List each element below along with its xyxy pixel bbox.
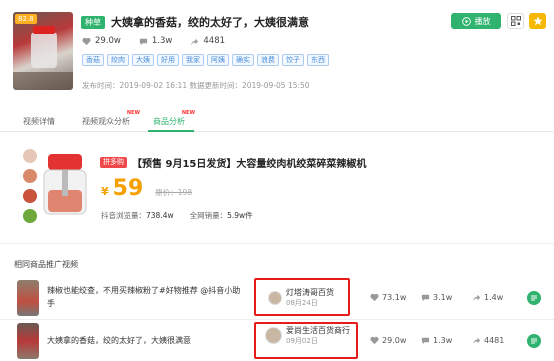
tab-bar: 视频详情 视频观众分析 NEW 商品分析 NEW — [0, 106, 554, 132]
original-price-value: 198 — [177, 188, 193, 197]
keyword-tag[interactable]: 阿姨 — [207, 54, 229, 66]
meat-grinder-image — [43, 154, 87, 215]
favorite-button[interactable] — [529, 13, 546, 29]
comments-stat: 1.3w — [421, 336, 452, 345]
tab-label: 视频详情 — [23, 117, 55, 126]
share-icon — [191, 38, 199, 45]
keyword-tag[interactable]: 大姨 — [132, 54, 154, 66]
new-badge: NEW — [126, 110, 140, 116]
comments-count: 1.3w — [151, 36, 173, 46]
keyword-tag[interactable]: 确实 — [232, 54, 254, 66]
video-row-thumbnail[interactable] — [17, 280, 39, 316]
divider — [0, 243, 554, 244]
likes-count: 29.0w — [95, 36, 121, 46]
likes-stat: 29.0w — [82, 36, 121, 46]
platform-badge: 拼多购 — [100, 157, 127, 168]
comment-icon — [139, 38, 147, 45]
views-label: 抖音浏览量： — [101, 211, 146, 220]
detail-button[interactable] — [527, 334, 541, 348]
product-image[interactable] — [36, 150, 92, 228]
shares-stat: 4481 — [472, 336, 504, 345]
publish-time: 2019-09-02 16:11 — [119, 81, 188, 90]
list-icon — [531, 295, 537, 301]
heart-icon — [370, 336, 379, 345]
video-row-title[interactable]: 大姨拿的香菇，绞的太好了，大姨很满意 — [47, 334, 247, 347]
comments-stat: 1.3w — [139, 36, 172, 46]
qrcode-icon — [510, 16, 521, 26]
tab-product-analysis[interactable]: 商品分析 NEW — [153, 110, 195, 127]
total-sales: 全网销量：5.9w件 — [190, 210, 253, 221]
comments-count: 3.1w — [433, 293, 453, 302]
video-row-title[interactable]: 辣椒也能绞查，不用买辣椒粉了#好物推荐 @抖音小助手 — [47, 284, 247, 310]
active-tab-underline — [148, 130, 194, 132]
play-button[interactable]: 播放 — [451, 13, 501, 29]
keyword-tag[interactable]: 绞肉 — [107, 54, 129, 66]
keyword-tag[interactable]: 我家 — [182, 54, 204, 66]
comment-icon — [421, 294, 430, 302]
keyword-tag[interactable]: 东西 — [307, 54, 329, 66]
post-date: 08月24日 — [286, 299, 318, 307]
comments-count: 1.3w — [433, 336, 453, 345]
video-row[interactable]: 大姨拿的香菇，绞的太好了，大姨很满意 爱尚生活百货商行 09月02日 29.0w… — [0, 320, 554, 361]
avatar — [265, 327, 282, 344]
comment-icon — [421, 337, 430, 345]
currency-symbol: ¥ — [101, 185, 109, 198]
keyword-list: 香菇 绞肉 大姨 好用 我家 阿姨 确实 浪费 饺子 东西 — [82, 54, 329, 66]
video-row[interactable]: 辣椒也能绞查，不用买辣椒粉了#好物推荐 @抖音小助手 灯塔涛哥百货 08月24日… — [0, 276, 554, 320]
product-title[interactable]: 【预售 9月15日发货】大容量绞肉机绞菜碎菜辣椒机 — [132, 155, 366, 170]
sales-value: 5.9w件 — [227, 211, 253, 220]
list-icon — [531, 338, 537, 344]
score-badge: 82.8 — [15, 14, 37, 24]
play-icon — [461, 16, 471, 26]
keyword-tag[interactable]: 浪费 — [257, 54, 279, 66]
shares-stat: 1.4w — [472, 293, 503, 302]
detail-button[interactable] — [527, 291, 541, 305]
video-title[interactable]: 大姨拿的香菇，绞的太好了，大姨很满意 — [111, 14, 309, 30]
likes-stat: 73.1w — [370, 293, 406, 302]
shares-count: 4481 — [484, 336, 505, 345]
product-price: 59 — [112, 176, 144, 201]
sales-label: 全网销量： — [189, 211, 228, 220]
original-price: 原价：198 — [155, 187, 192, 198]
author-info[interactable]: 灯塔涛哥百货 08月24日 — [268, 287, 334, 308]
shares-count: 4481 — [203, 36, 226, 46]
original-price-label: 原价： — [155, 188, 178, 197]
likes-count: 29.0w — [382, 336, 407, 345]
new-badge: NEW — [181, 110, 195, 116]
play-label: 播放 — [474, 16, 491, 26]
share-icon — [472, 294, 481, 302]
video-thumbnail[interactable]: 82.8 — [13, 12, 73, 90]
keyword-tag[interactable]: 好用 — [157, 54, 179, 66]
share-icon — [472, 337, 481, 345]
author-name: 爱尚生活百货商行 — [286, 326, 350, 335]
update-label: 数据更新时间： — [189, 81, 242, 90]
comments-stat: 3.1w — [421, 293, 452, 302]
keyword-tag[interactable]: 香菇 — [82, 54, 104, 66]
tab-audience-analysis[interactable]: 视频观众分析 NEW — [82, 110, 140, 127]
video-row-thumbnail[interactable] — [17, 323, 39, 359]
publish-info: 发布时间：2019-09-02 16:11 数据更新时间：2019-09-05 … — [82, 80, 310, 91]
category-tag: 种草 — [81, 15, 105, 29]
author-name: 灯塔涛哥百货 — [286, 288, 334, 297]
keyword-tag[interactable]: 饺子 — [282, 54, 304, 66]
publish-label: 发布时间： — [82, 81, 120, 90]
likes-count: 73.1w — [382, 293, 407, 302]
qrcode-button[interactable] — [507, 13, 524, 29]
heart-icon — [370, 293, 379, 302]
likes-stat: 29.0w — [370, 336, 406, 345]
avatar — [268, 290, 282, 305]
shares-count: 1.4w — [484, 293, 504, 302]
tab-video-detail[interactable]: 视频详情 — [23, 116, 55, 127]
douyin-views: 抖音浏览量：738.4w — [101, 210, 174, 221]
tab-label: 视频观众分析 — [82, 117, 130, 126]
post-date: 09月02日 — [286, 337, 318, 345]
section-title: 相同商品推广视频 — [14, 260, 78, 269]
author-info[interactable]: 爱尚生活百货商行 09月02日 — [265, 325, 352, 346]
update-time: 2019-09-05 15:50 — [241, 81, 310, 90]
shares-stat: 4481 — [190, 36, 225, 46]
heart-icon — [82, 37, 91, 45]
star-icon — [532, 16, 543, 26]
views-value: 738.4w — [146, 211, 174, 220]
tab-label: 商品分析 — [153, 117, 185, 126]
